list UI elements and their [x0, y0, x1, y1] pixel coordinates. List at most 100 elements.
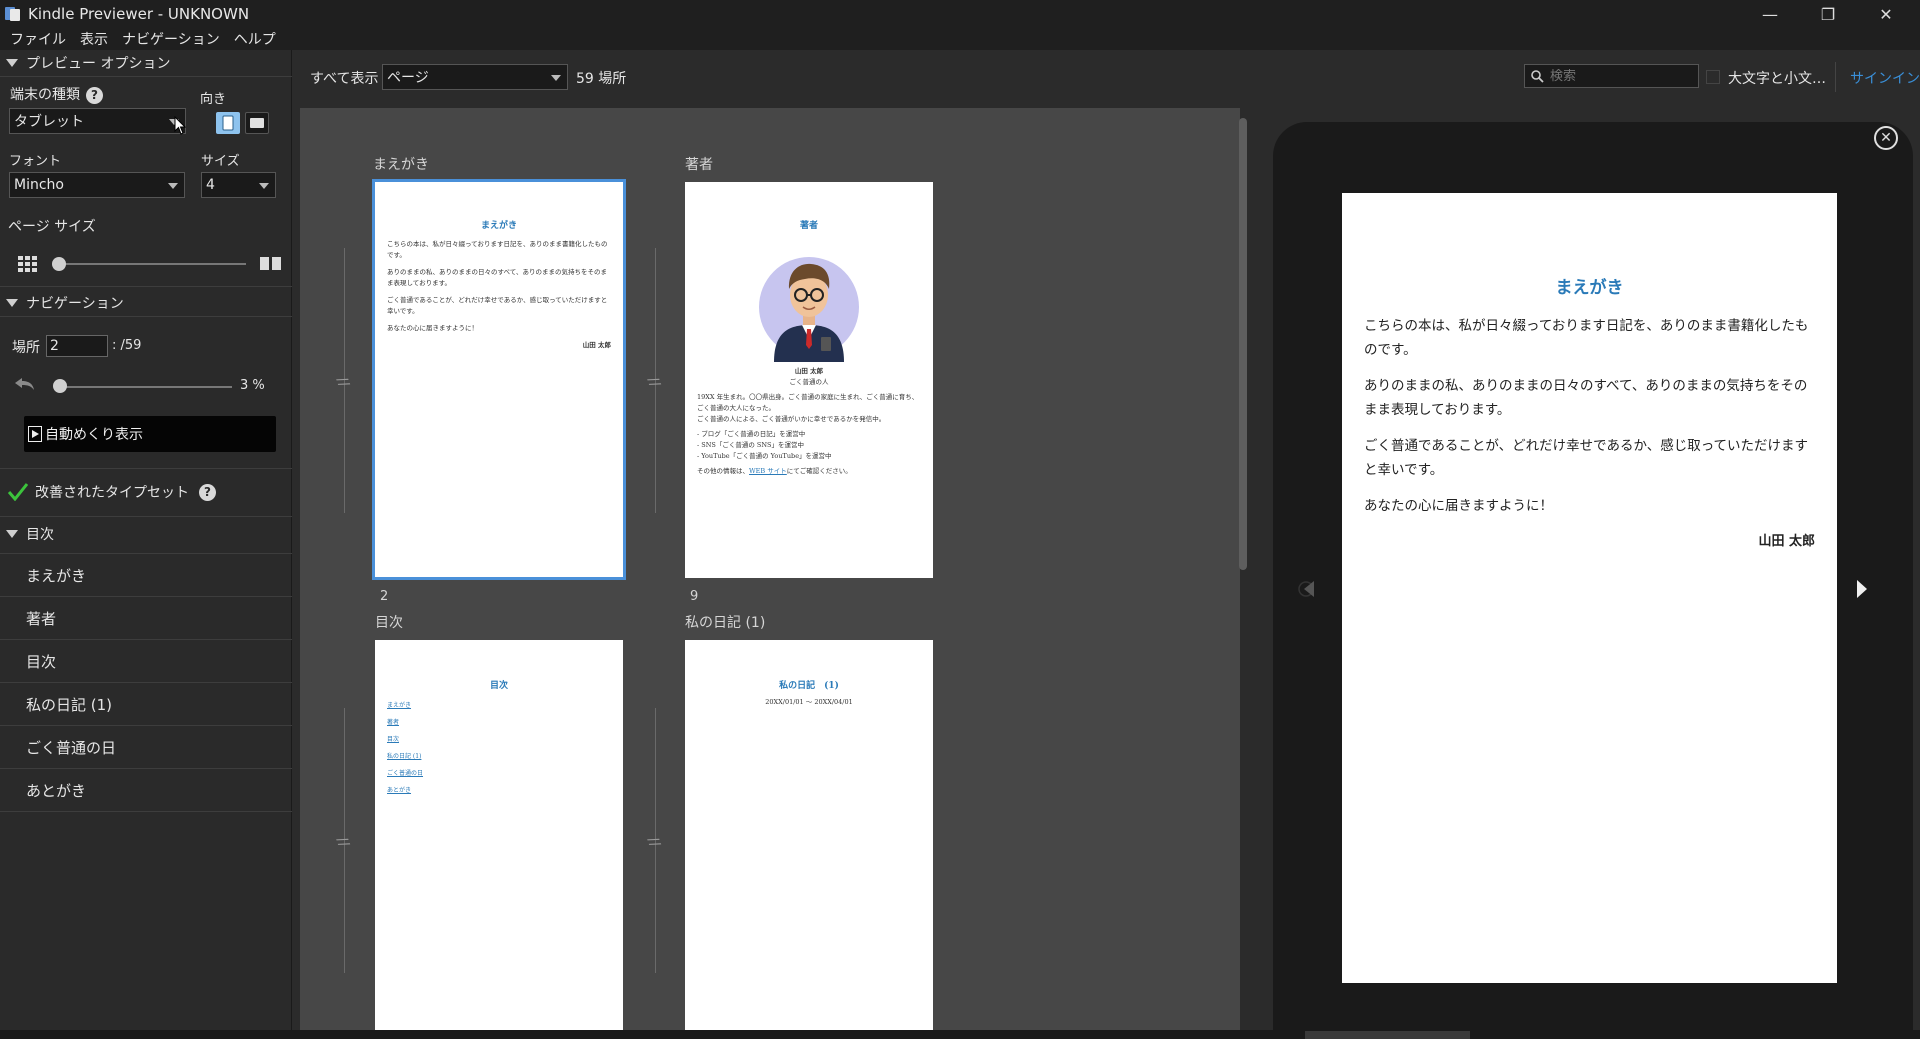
grid-small-icon[interactable]: [18, 256, 38, 272]
preview-page: まえがき こちらの本は、私が日々綴っております日記を、ありのまま書籍化したもので…: [1342, 193, 1837, 983]
show-all-label: すべて表示: [310, 71, 379, 87]
preview-paragraph: ありのままの私、ありのままの日々のすべて、ありのままの気持ちをそのまま表現してお…: [1364, 378, 1808, 418]
thumbnail-bullet: - YouTube「ごく普通の YouTube」を運営中: [697, 452, 832, 460]
preview-options-header[interactable]: プレビュー オプション: [0, 50, 292, 76]
location-total: : /59: [112, 338, 142, 353]
close-button[interactable]: ✕: [1858, 0, 1914, 28]
thumbnail-title: 著者: [799, 221, 818, 231]
thumbnail-title: 目次: [489, 681, 508, 691]
play-icon: [28, 426, 42, 442]
progress-percent: 3 %: [240, 378, 265, 393]
checkmark-icon: [8, 483, 28, 501]
thumbnail-paragraph: ごく普通であることが、どれだけ幸せであるか、感じ取っていただけますと幸いです。: [387, 296, 608, 315]
improved-typeset-label: 改善されたタイプセット: [35, 485, 189, 501]
toc-link[interactable]: ごく普通の日: [375, 765, 623, 782]
portrait-orientation-button[interactable]: [216, 112, 240, 134]
page-thumbnail-diary-1[interactable]: 私の日記 (1) 20XX/01/01 ～ 20XX/04/01: [685, 640, 933, 1030]
toc-item[interactable]: 著者: [0, 597, 292, 640]
font-dropdown[interactable]: Mincho: [9, 172, 185, 198]
help-icon[interactable]: ?: [86, 86, 103, 104]
toc-item[interactable]: あとがき: [0, 769, 292, 812]
page-thumbnail-author[interactable]: 著者 山田 太郎 ごく普通の人 19XX 年生まれ。〇〇県出身。ごく普通の家庭に…: [685, 182, 933, 578]
next-page-icon[interactable]: [1854, 577, 1870, 601]
back-arrow-icon[interactable]: [14, 376, 36, 392]
menu-view[interactable]: 表示: [80, 29, 108, 49]
sidebar: プレビュー オプション 端末の種類? 向き タブレット フォント サイズ Min…: [0, 50, 292, 1030]
view-mode-dropdown[interactable]: ページ: [382, 64, 568, 90]
thumbnail-paragraph: 19XX 年生まれ。〇〇県出身。ごく普通の家庭に生まれ、ごく普通に育ち、ごく普通…: [697, 393, 919, 412]
progress-slider-track[interactable]: [56, 386, 232, 388]
signin-link[interactable]: サインイン: [1850, 68, 1920, 88]
thumbnail-section-label: 私の日記 (1): [685, 615, 766, 631]
view-mode-value: ページ: [387, 70, 429, 86]
page-break-mark: //: [644, 834, 663, 850]
page-thumbnail-toc[interactable]: 目次 まえがき 著者 目次 私の日記 (1) ごく普通の日 あとがき: [375, 640, 623, 1030]
author-avatar-illustration: [759, 257, 859, 362]
divider: [1835, 62, 1836, 92]
toc-link[interactable]: まえがき: [375, 697, 623, 714]
autoflip-button[interactable]: 自動めくり表示: [24, 416, 276, 452]
menu-bar: ファイル 表示 ナビゲーション ヘルプ: [0, 28, 1920, 50]
device-type-label: 端末の種類?: [10, 84, 103, 104]
landscape-orientation-button[interactable]: [245, 112, 269, 134]
website-link[interactable]: WEB サイト: [749, 467, 787, 475]
toc-link[interactable]: 目次: [375, 731, 623, 748]
preview-paragraph: こちらの本は、私が日々綴っております日記を、ありのまま書籍化したものです。: [1364, 318, 1809, 358]
size-label: サイズ: [201, 154, 240, 169]
autoflip-label: 自動めくり表示: [45, 427, 143, 443]
page-break-mark: //: [333, 834, 352, 850]
vertical-scrollbar[interactable]: [1239, 118, 1247, 570]
navigation-header[interactable]: ナビゲーション: [0, 290, 292, 316]
toc-item[interactable]: まえがき: [0, 554, 292, 597]
close-preview-button[interactable]: ✕: [1874, 126, 1898, 150]
restore-icon: ❐: [1820, 4, 1836, 24]
menu-help[interactable]: ヘルプ: [234, 29, 276, 49]
device-type-dropdown[interactable]: タブレット: [9, 108, 186, 134]
progress-slider-knob[interactable]: [52, 379, 67, 393]
toc-item[interactable]: 私の日記 (1): [0, 683, 292, 726]
toc-link[interactable]: 著者: [375, 714, 623, 731]
thumbnail-title: 私の日記 (1): [779, 681, 839, 691]
thumbnail-section-label: 目次: [375, 615, 403, 631]
author-name: 山田 太郎: [794, 367, 824, 375]
toc-link[interactable]: 私の日記 (1): [375, 748, 623, 765]
orientation-label: 向き: [200, 92, 227, 107]
kindle-app-icon: [4, 5, 22, 23]
size-dropdown[interactable]: 4: [201, 172, 276, 198]
horizontal-scrollbar[interactable]: [1305, 1031, 1470, 1039]
status-strip: [0, 1030, 1920, 1039]
menu-navigation[interactable]: ナビゲーション: [122, 29, 220, 49]
toc-title: 目次: [26, 527, 54, 543]
divider: [0, 286, 292, 287]
toc-item[interactable]: ごく普通の日: [0, 726, 292, 769]
thumbnail-bullet: - ブログ「ごく普通の日記」を運営中: [697, 430, 806, 438]
previous-page-icon[interactable]: [1296, 577, 1320, 601]
preview-paragraph: あなたの心に届きますように！: [1364, 498, 1553, 514]
chevron-down-icon: [168, 183, 178, 189]
location-count: 59 場所: [576, 71, 627, 87]
restore-button[interactable]: ❐: [1800, 0, 1856, 28]
page-thumbnail-maegaki[interactable]: まえがき こちらの本は、私が日々綴っております日記を、ありのまま書籍化したもので…: [372, 179, 626, 580]
page-size-slider-track[interactable]: [56, 263, 246, 265]
search-box[interactable]: [1524, 64, 1699, 88]
search-input[interactable]: [1550, 68, 1690, 84]
match-case-checkbox[interactable]: [1706, 70, 1720, 84]
collapse-triangle-icon: [6, 530, 18, 538]
thumbnail-bullet: - SNS「ごく普通の SNS」を運営中: [697, 441, 805, 449]
title-bar: Kindle Previewer - UNKNOWN — ❐ ✕: [0, 0, 1920, 28]
page-size-slider-knob[interactable]: [52, 257, 66, 271]
toc-header[interactable]: 目次: [0, 521, 292, 547]
menu-file[interactable]: ファイル: [10, 29, 66, 49]
portrait-icon: [222, 115, 234, 131]
location-input[interactable]: [46, 335, 108, 357]
page-size-label: ページ サイズ: [8, 219, 96, 235]
size-value: 4: [206, 177, 215, 193]
location-label: 場所: [12, 340, 40, 356]
toc-link[interactable]: あとがき: [375, 782, 623, 799]
help-icon[interactable]: ?: [199, 483, 216, 501]
toc-item[interactable]: 目次: [0, 640, 292, 683]
minimize-button[interactable]: —: [1742, 0, 1798, 28]
search-icon: [1531, 69, 1544, 83]
grid-large-icon[interactable]: [260, 256, 282, 272]
minimize-icon: —: [1762, 4, 1778, 24]
